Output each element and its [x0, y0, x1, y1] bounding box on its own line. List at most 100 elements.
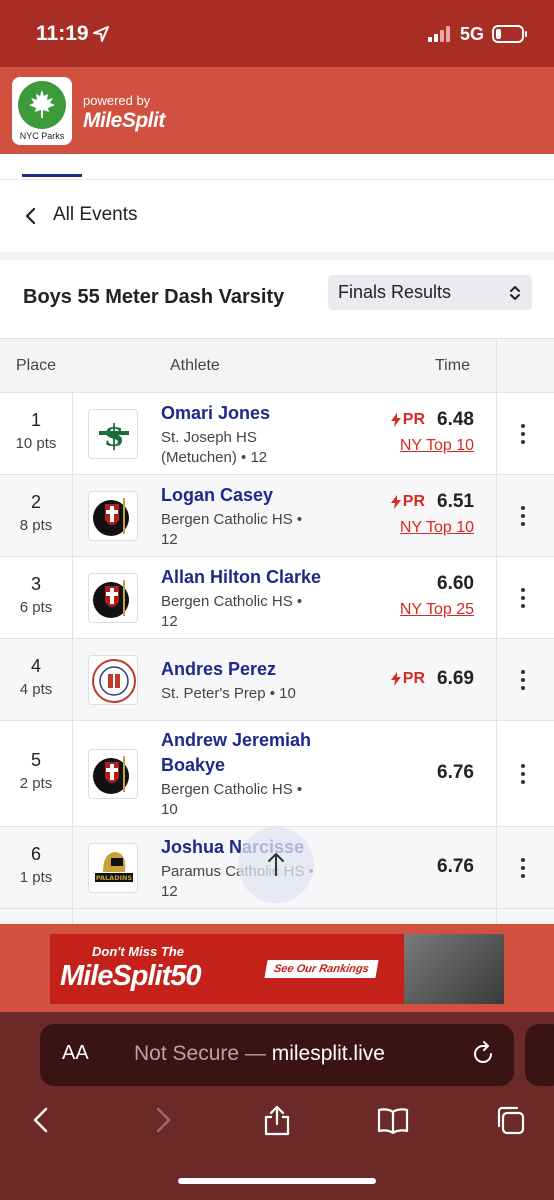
table-row[interactable]: 4 4 pts Andres Perez St. Peter's Prep • 10 P…	[0, 639, 554, 721]
time-cell: PR 6.69	[324, 668, 474, 690]
all-events-label: All Events	[53, 204, 138, 225]
battery-low-icon	[492, 25, 527, 43]
more-options-icon[interactable]	[516, 763, 530, 785]
event-title: Boys 55 Meter Dash Varsity	[23, 286, 285, 308]
place-cell: 1 10 pts	[0, 410, 72, 452]
time-cell: PR 6.51 NY Top 10	[324, 491, 474, 537]
chevron-up-down-icon	[510, 286, 520, 300]
athlete-name[interactable]: Boakye	[161, 753, 336, 778]
athlete-name[interactable]: Allan Hilton Clarke	[161, 565, 336, 590]
ad-cta[interactable]: See Our Rankings	[264, 960, 379, 978]
nyc-parks-logo[interactable]: NYC Parks	[12, 77, 72, 145]
reader-options-button[interactable]: AA	[62, 1042, 89, 1065]
school-line: 12	[161, 531, 178, 548]
place-number: 4	[30, 656, 41, 676]
bergen-catholic-logo	[88, 573, 138, 623]
ad-photo	[404, 934, 504, 1004]
results-type-select[interactable]: Finals Results	[328, 275, 532, 310]
reload-icon[interactable]	[470, 1041, 496, 1067]
lightning-bolt-icon	[390, 495, 401, 509]
place-cell: 3 6 pts	[0, 574, 72, 616]
athlete-name[interactable]: Andres Perez	[161, 657, 336, 682]
more-options-icon[interactable]	[516, 857, 530, 879]
time-value: 6.51	[437, 491, 474, 512]
location-arrow-icon	[93, 26, 109, 42]
place-number: 6	[30, 844, 41, 864]
maple-leaf-icon	[18, 81, 66, 129]
all-events-link[interactable]: All Events	[0, 180, 554, 252]
place-number: 2	[30, 492, 41, 512]
athlete-cell: Andres Perez St. Peter's Prep • 10	[161, 657, 336, 704]
active-tab-indicator	[22, 174, 82, 177]
athlete-name[interactable]: Andrew Jeremiah	[161, 728, 336, 753]
ranking-link[interactable]: NY Top 10	[324, 437, 474, 455]
milesplit-brand[interactable]: MileSplit	[83, 109, 165, 133]
home-indicator	[178, 1178, 376, 1184]
table-row[interactable]: 36 pts Allan Hilton Clarke Bergen Catholic…	[0, 557, 554, 639]
address-bar[interactable]: AA Not Secure — milesplit.live	[40, 1024, 514, 1086]
ranking-link[interactable]: NY Top 10	[324, 519, 474, 537]
forward-arrow-icon[interactable]	[146, 1104, 178, 1136]
back-arrow-icon[interactable]	[26, 1104, 58, 1136]
place-points: 10 pts	[15, 435, 57, 452]
bookmarks-icon[interactable]	[377, 1104, 409, 1136]
milesplit50-ad-banner[interactable]: Don't Miss The MileSplit50 See Our Ranki…	[50, 934, 504, 1004]
table-row[interactable]: 2 8 pts Logan Casey Bergen Catholic HS • 12 P…	[0, 475, 554, 557]
place-cell: 4 4 pts	[0, 656, 72, 698]
athlete-cell: Andrew Jeremiah Boakye Bergen Catholic HS …	[161, 728, 336, 820]
more-options-icon[interactable]	[516, 587, 530, 609]
bergen-catholic-logo	[88, 491, 138, 541]
athlete-name[interactable]: Logan Casey	[161, 483, 336, 508]
time-value: 6.69	[437, 668, 474, 689]
place-cell: 5 2 pts	[0, 750, 72, 792]
url-display[interactable]: Not Secure — milesplit.live	[134, 1042, 385, 1066]
pr-badge: PR	[390, 670, 426, 688]
ad-tagline: Don't Miss The	[92, 944, 184, 959]
place-number: 3	[30, 574, 41, 594]
more-options-icon[interactable]	[516, 505, 530, 527]
athlete-school: St. Joseph HS (Metuchen) • 12	[161, 428, 336, 468]
place-cell: 6 1 pts	[0, 844, 72, 886]
pr-label: PR	[402, 493, 426, 510]
app-header: NYC Parks powered by MileSplit	[0, 67, 554, 154]
time-cell: 6.76	[324, 856, 474, 878]
next-tab-peek[interactable]	[525, 1024, 554, 1086]
header-place: Place	[16, 357, 57, 374]
place-points: 6 pts	[19, 599, 53, 616]
more-options-icon[interactable]	[516, 423, 530, 445]
status-time: 11:19	[36, 22, 89, 45]
ranking-link[interactable]: NY Top 25	[324, 601, 474, 619]
ad-region: Don't Miss The MileSplit50 See Our Ranki…	[0, 924, 554, 1012]
school-line: Bergen Catholic HS •	[161, 593, 303, 610]
svg-text:$: $	[104, 419, 125, 454]
st-joseph-logo: $	[88, 409, 138, 459]
more-options-icon[interactable]	[516, 669, 530, 691]
table-row[interactable]: 52 pts Andrew Jeremiah Boakye Bergen Cathol…	[0, 721, 554, 827]
school-line: St. Peter's Prep • 10	[161, 685, 296, 702]
time-value: 6.48	[437, 409, 474, 430]
browser-chrome: AA Not Secure — milesplit.live	[0, 1012, 554, 1200]
url-host: milesplit.live	[271, 1042, 385, 1065]
time-cell: 6.76	[324, 762, 474, 784]
pr-label: PR	[402, 670, 426, 687]
athlete-school: Bergen Catholic HS • 12	[161, 510, 336, 550]
powered-by-label: powered by	[83, 93, 151, 108]
header-athlete: Athlete	[170, 357, 220, 374]
athlete-school: Bergen Catholic HS • 12	[161, 592, 336, 632]
place-points: 8 pts	[19, 517, 53, 534]
tabs-icon[interactable]	[494, 1104, 526, 1136]
share-icon[interactable]	[261, 1104, 293, 1136]
logo-text: NYC Parks	[19, 131, 65, 141]
athlete-cell: Logan Casey Bergen Catholic HS • 12	[161, 483, 336, 550]
cellular-signal-icon	[428, 26, 450, 42]
athlete-name[interactable]: Omari Jones	[161, 401, 336, 426]
event-header: Boys 55 Meter Dash Varsity Finals Result…	[0, 260, 554, 338]
athlete-cell: Allan Hilton Clarke Bergen Catholic HS • 1…	[161, 565, 336, 632]
school-line: Bergen Catholic HS •	[161, 511, 303, 528]
athlete-school: St. Peter's Prep • 10	[161, 684, 336, 704]
st-peters-prep-logo	[88, 655, 138, 705]
table-row[interactable]: 1 10 pts $ Omari Jones St. Joseph HS (Metuche…	[0, 393, 554, 475]
scroll-to-top-button[interactable]	[238, 827, 314, 903]
pr-label: PR	[402, 411, 426, 428]
ad-headline: MileSplit50	[60, 960, 201, 992]
